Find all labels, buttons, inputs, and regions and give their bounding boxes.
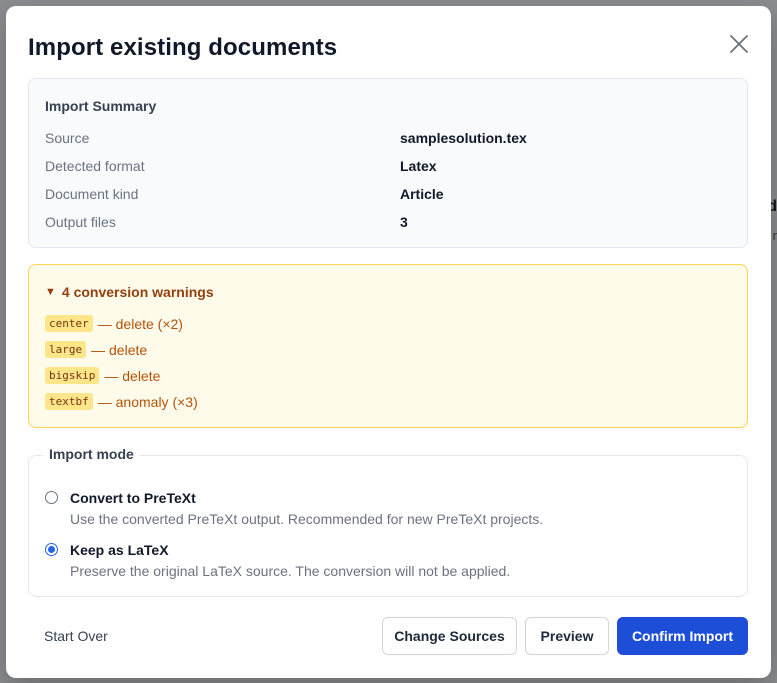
- summary-value: Latex: [400, 158, 437, 174]
- warning-item: center — delete (×2): [45, 315, 183, 332]
- warning-item: textbf — anomaly (×3): [45, 393, 198, 410]
- radio-convert-to-pretext[interactable]: [45, 491, 58, 504]
- close-icon: [730, 35, 748, 53]
- start-over-link[interactable]: Start Over: [44, 628, 108, 644]
- warning-text: — delete: [104, 367, 161, 384]
- confirm-import-button[interactable]: Confirm Import: [617, 617, 748, 655]
- option-description-keep-latex: Preserve the original LaTeX source. The …: [70, 563, 511, 579]
- import-summary-panel: Import Summary Source samplesolution.tex…: [28, 78, 748, 248]
- warning-code: center: [45, 315, 93, 332]
- import-mode-legend: Import mode: [43, 446, 140, 462]
- summary-label: Output files: [45, 214, 116, 230]
- triangle-down-icon: ▼: [45, 286, 56, 298]
- summary-row-source: Source samplesolution.tex: [45, 130, 735, 150]
- warning-code: textbf: [45, 393, 93, 410]
- warning-code: large: [45, 341, 87, 358]
- warning-code: bigskip: [45, 367, 100, 384]
- change-sources-button[interactable]: Change Sources: [382, 617, 517, 655]
- warning-item: large — delete: [45, 341, 147, 358]
- warning-item: bigskip — delete: [45, 367, 160, 384]
- summary-heading: Import Summary: [45, 98, 157, 114]
- warnings-toggle[interactable]: ▼ 4 conversion warnings: [45, 284, 214, 300]
- summary-value: 3: [400, 214, 408, 230]
- summary-row-output-files: Output files 3: [45, 214, 735, 234]
- option-title-convert[interactable]: Convert to PreTeXt: [70, 490, 196, 506]
- warning-text: — delete: [91, 341, 148, 358]
- dialog-title: Import existing documents: [28, 34, 338, 61]
- warning-text: — delete (×2): [97, 315, 183, 332]
- background-hint-text: r: [772, 228, 777, 243]
- summary-label: Source: [45, 130, 90, 146]
- summary-row-format: Detected format Latex: [45, 158, 735, 178]
- warnings-summary-label: 4 conversion warnings: [61, 284, 214, 300]
- summary-row-kind: Document kind Article: [45, 186, 735, 206]
- summary-label: Document kind: [45, 186, 139, 202]
- summary-value: samplesolution.tex: [400, 130, 527, 146]
- summary-label: Detected format: [45, 158, 145, 174]
- summary-value: Article: [400, 186, 444, 202]
- conversion-warnings-panel: ▼ 4 conversion warnings center — delete …: [28, 264, 748, 428]
- preview-button[interactable]: Preview: [525, 617, 609, 655]
- close-button[interactable]: [727, 32, 751, 56]
- radio-keep-as-latex[interactable]: [45, 543, 58, 556]
- option-title-keep-latex[interactable]: Keep as LaTeX: [70, 542, 169, 558]
- warning-text: — anomaly (×3): [97, 393, 198, 410]
- option-description-convert: Use the converted PreTeXt output. Recomm…: [70, 511, 544, 527]
- import-dialog: Import existing documents Import Summary…: [6, 6, 771, 678]
- import-mode-group: Import mode Convert to PreTeXt Use the c…: [28, 446, 748, 597]
